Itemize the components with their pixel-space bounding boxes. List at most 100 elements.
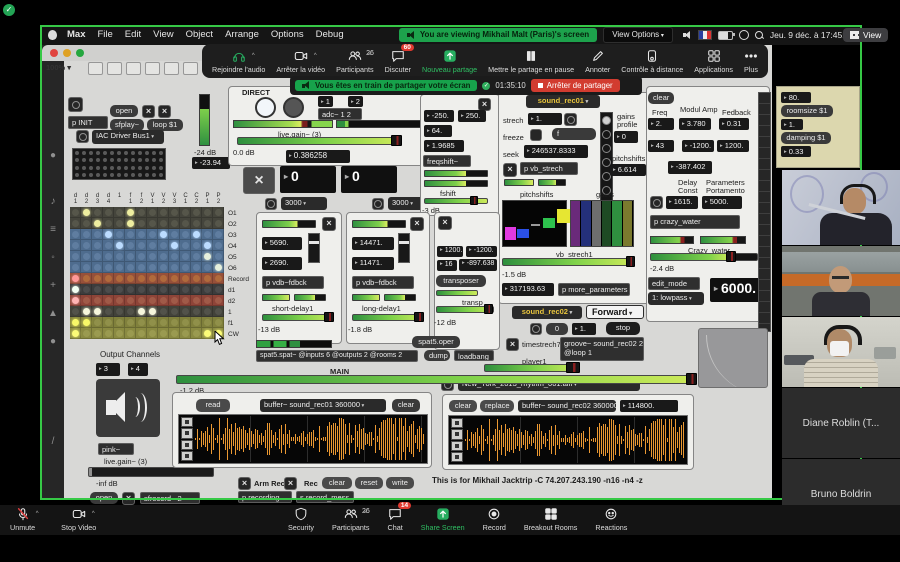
matrix-cell[interactable] bbox=[202, 295, 213, 306]
matrix-cell[interactable] bbox=[125, 229, 136, 240]
big-number[interactable]: 0 bbox=[280, 166, 336, 193]
matrix-cell[interactable] bbox=[136, 229, 147, 240]
buffer1-menu[interactable]: buffer~ sound_rec01 360000 bbox=[260, 399, 386, 412]
patcher-tool-icon[interactable]: / bbox=[45, 436, 61, 449]
matrix-cell[interactable] bbox=[81, 317, 92, 328]
freqshift-min[interactable]: -250. bbox=[424, 110, 454, 122]
waveform-display-rec02[interactable] bbox=[448, 415, 688, 465]
matrix-cell[interactable] bbox=[136, 328, 147, 339]
speaker-icon[interactable] bbox=[96, 379, 160, 437]
matrix-cell[interactable] bbox=[114, 306, 125, 317]
vertical-slider[interactable] bbox=[308, 233, 320, 263]
close-window-icon[interactable] bbox=[50, 49, 58, 57]
matrix-cell[interactable] bbox=[169, 284, 180, 295]
menu-arrange[interactable]: Arrange bbox=[225, 29, 259, 41]
roomsize-number[interactable]: 80. bbox=[781, 92, 811, 103]
matrix-cell[interactable] bbox=[213, 218, 224, 229]
matrix-cell[interactable] bbox=[81, 218, 92, 229]
matrix-cell[interactable] bbox=[136, 251, 147, 262]
filter-mode-menu[interactable]: 1: lowpass bbox=[648, 292, 704, 305]
matrix-cell[interactable] bbox=[158, 229, 169, 240]
freqshift-number[interactable]: 64. bbox=[424, 125, 452, 137]
participant-tile[interactable]: Diane Roblin (T... bbox=[782, 388, 900, 458]
matrix-cell[interactable] bbox=[191, 251, 202, 262]
matrix-cell[interactable] bbox=[136, 306, 147, 317]
matrix-cell[interactable] bbox=[81, 295, 92, 306]
matrix-cell[interactable] bbox=[92, 317, 103, 328]
clear-button[interactable]: clear bbox=[648, 92, 674, 104]
freq-number[interactable]: 2. bbox=[648, 118, 674, 130]
matrix-cell[interactable] bbox=[125, 317, 136, 328]
number[interactable]: 1200. bbox=[717, 140, 749, 152]
toolbar-item-discuter[interactable]: 60Discuter bbox=[385, 49, 411, 74]
toolbar-item-chat[interactable]: 14Chat bbox=[388, 507, 403, 532]
slider-handle[interactable] bbox=[391, 135, 402, 146]
patcher-tool-icon[interactable]: ♪ bbox=[45, 196, 61, 209]
transposer-number[interactable]: 1200. bbox=[437, 246, 463, 257]
matrix-cell[interactable] bbox=[92, 273, 103, 284]
write-button[interactable]: write bbox=[386, 477, 414, 489]
apple-logo-icon[interactable] bbox=[48, 30, 57, 40]
filtergraph-display[interactable] bbox=[698, 328, 768, 388]
menu-edit[interactable]: Edit bbox=[125, 29, 141, 41]
big-number[interactable]: 0 bbox=[341, 166, 397, 193]
matrix-cell[interactable] bbox=[136, 240, 147, 251]
matrix-cell[interactable] bbox=[169, 251, 180, 262]
matrix-cell[interactable] bbox=[191, 218, 202, 229]
matrix-cell[interactable] bbox=[103, 251, 114, 262]
matrix-cell[interactable] bbox=[81, 262, 92, 273]
matrix-cell[interactable] bbox=[213, 273, 224, 284]
matrix-cell[interactable] bbox=[169, 273, 180, 284]
matrix-cell[interactable] bbox=[70, 229, 81, 240]
player1-slider[interactable] bbox=[484, 364, 578, 372]
damping-number[interactable]: 1. bbox=[781, 119, 803, 130]
matrix-cell[interactable] bbox=[92, 284, 103, 295]
matrix-cell[interactable] bbox=[103, 262, 114, 273]
matrix-cell[interactable] bbox=[81, 229, 92, 240]
toolbar-item-contr-le-distance[interactable]: Contrôle à distance bbox=[621, 49, 683, 74]
matrix-cell[interactable] bbox=[81, 306, 92, 317]
slider-handle[interactable] bbox=[726, 251, 736, 262]
matrix-cell[interactable] bbox=[147, 207, 158, 218]
max-toolbar-icon[interactable] bbox=[126, 62, 141, 75]
crazy-water-slider[interactable] bbox=[650, 253, 758, 261]
toolbar-item-mettre-le-partage-en-pause[interactable]: Mettre le partage en pause bbox=[488, 49, 574, 74]
matrix-cell[interactable] bbox=[103, 317, 114, 328]
matrix-cell[interactable] bbox=[103, 218, 114, 229]
matrix-cell[interactable] bbox=[114, 229, 125, 240]
matrix-cell[interactable] bbox=[92, 262, 103, 273]
matrix-cell[interactable] bbox=[158, 218, 169, 229]
matrix-cell[interactable] bbox=[213, 284, 224, 295]
slider-handle[interactable] bbox=[470, 196, 478, 205]
read-button[interactable]: read bbox=[196, 399, 230, 412]
matrix-cell[interactable] bbox=[213, 295, 224, 306]
matrix-cell[interactable] bbox=[169, 240, 180, 251]
delay-number[interactable]: 5690. bbox=[262, 237, 302, 250]
clear-button[interactable]: clear bbox=[322, 477, 352, 489]
toggle[interactable]: × bbox=[158, 105, 171, 118]
gain-number[interactable]: 0.386258 bbox=[286, 150, 350, 163]
slider-handle[interactable] bbox=[686, 373, 697, 385]
zoom-window-icon[interactable] bbox=[76, 49, 84, 57]
patcher-tool-icon[interactable]: + bbox=[45, 280, 61, 293]
menu-debug[interactable]: Debug bbox=[316, 29, 344, 41]
open-button[interactable]: open bbox=[110, 105, 138, 117]
toggle[interactable] bbox=[530, 129, 542, 141]
volume-icon[interactable] bbox=[683, 31, 692, 40]
matrix-cell[interactable] bbox=[70, 262, 81, 273]
patch-zoom-level[interactable]: 100% ▾ bbox=[46, 63, 71, 72]
matrix-cell[interactable] bbox=[180, 295, 191, 306]
matrix-cell[interactable] bbox=[147, 273, 158, 284]
search-icon[interactable] bbox=[755, 31, 764, 40]
matrix-cell[interactable] bbox=[114, 251, 125, 262]
matrix-cell[interactable] bbox=[158, 273, 169, 284]
matrix-cell[interactable] bbox=[114, 273, 125, 284]
dump-message[interactable]: dump bbox=[424, 350, 450, 361]
menu-view[interactable]: View bbox=[153, 29, 173, 41]
pitch-multislider[interactable] bbox=[502, 200, 567, 247]
direct-off-button[interactable] bbox=[283, 97, 304, 118]
matrix-cell[interactable] bbox=[147, 218, 158, 229]
channel-2-number[interactable]: 2 bbox=[348, 96, 363, 107]
matrix-cell[interactable] bbox=[180, 306, 191, 317]
routing-matrix[interactable] bbox=[70, 207, 224, 339]
